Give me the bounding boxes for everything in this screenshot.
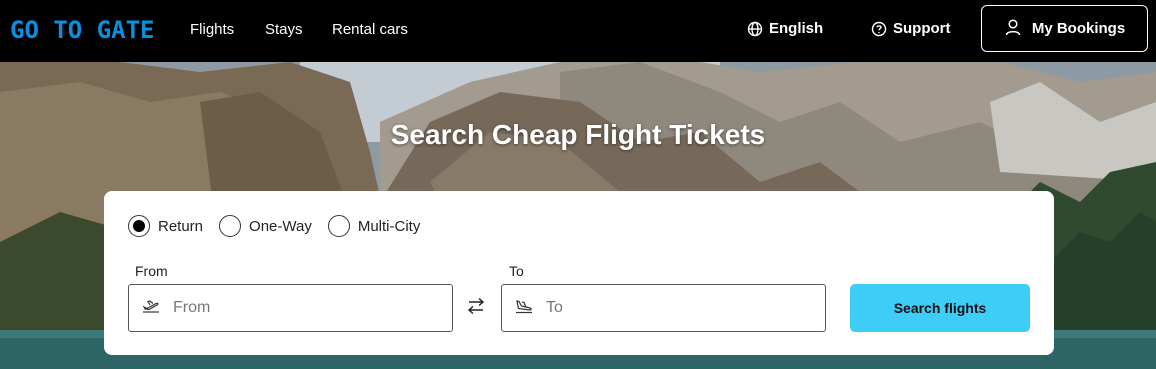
my-bookings-label: My Bookings <box>1031 20 1126 37</box>
nav-stays[interactable]: Stays <box>265 20 303 40</box>
from-field[interactable] <box>128 284 453 332</box>
from-input[interactable] <box>173 299 413 317</box>
support-label: Support <box>893 20 951 37</box>
trip-type-group: Return One-Way Multi-City <box>128 215 436 237</box>
flight-search-card: Return One-Way Multi-City From To <box>104 191 1054 355</box>
nav-rental-cars[interactable]: Rental cars <box>332 20 408 40</box>
from-label: From <box>135 263 168 279</box>
swap-icon[interactable] <box>466 297 486 320</box>
trip-type-label: Multi-City <box>357 217 421 235</box>
top-header: GO TO GATE Flights Stays Rental cars Eng… <box>0 0 1156 62</box>
language-label: English <box>769 20 824 37</box>
trip-type-return[interactable]: Return <box>128 215 203 237</box>
takeoff-plane-icon <box>141 298 161 319</box>
radio-selected-icon[interactable] <box>128 215 150 237</box>
help-circle-icon <box>871 21 887 37</box>
trip-type-label: Return <box>158 217 204 235</box>
support-link[interactable]: Support <box>871 19 951 39</box>
my-bookings-button[interactable]: My Bookings <box>981 5 1148 52</box>
globe-icon <box>747 21 763 37</box>
radio-unselected-icon[interactable] <box>327 215 350 237</box>
gotogate-logo[interactable]: GO TO GATE <box>10 16 155 44</box>
to-label: To <box>509 263 524 279</box>
to-input[interactable] <box>546 299 786 317</box>
nav-flights[interactable]: Flights <box>190 20 234 40</box>
search-flights-button[interactable]: Search flights <box>850 284 1030 332</box>
trip-type-multi-city[interactable]: Multi-City <box>327 215 421 237</box>
to-field[interactable] <box>501 284 826 332</box>
hero-title: Search Cheap Flight Tickets <box>390 119 766 150</box>
radio-unselected-icon[interactable] <box>219 215 242 237</box>
language-selector[interactable]: English <box>747 19 823 39</box>
user-icon <box>1004 18 1022 40</box>
trip-type-label: One-Way <box>249 217 312 235</box>
trip-type-one-way[interactable]: One-Way <box>219 215 312 237</box>
landing-plane-icon <box>514 298 534 319</box>
